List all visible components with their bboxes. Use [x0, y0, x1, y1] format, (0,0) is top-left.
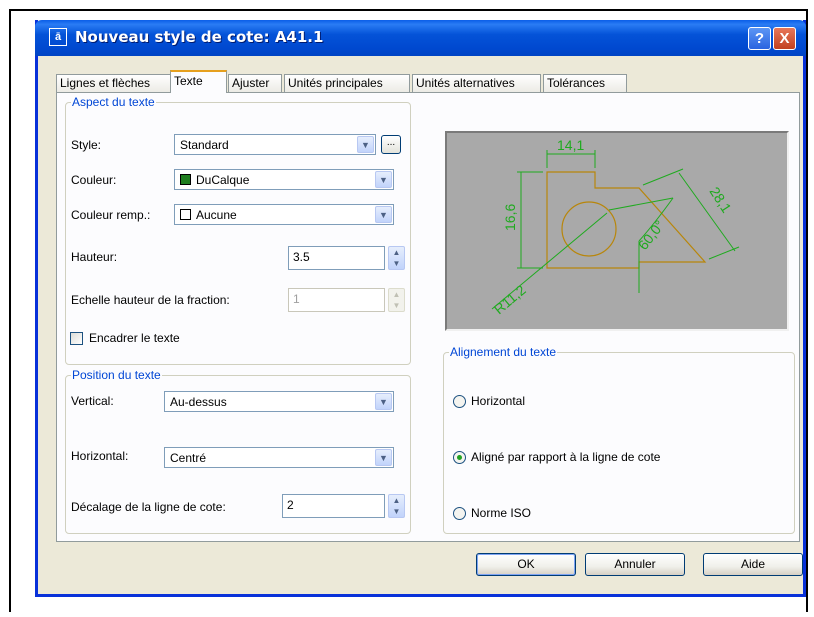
vertical-label: Vertical: — [71, 394, 114, 408]
chevron-down-icon[interactable]: ▼ — [375, 393, 392, 410]
ok-button[interactable]: OK — [476, 553, 576, 576]
position-legend: Position du texte — [72, 368, 161, 382]
geometry-group — [546, 171, 707, 269]
dimension-labels: 14,1 16,6 28,1 60,0° R11,2 — [491, 137, 735, 317]
color-swatch-icon — [180, 174, 191, 185]
style-label: Style: — [71, 138, 102, 152]
radio-aligne[interactable] — [453, 451, 466, 464]
couleur-label: Couleur: — [71, 173, 117, 187]
couleur-remp-select[interactable]: Aucune ▼ — [174, 204, 394, 225]
preview-drawing: 14,1 16,6 28,1 60,0° R11,2 — [491, 137, 740, 317]
dim-angle-label: 60,0° — [635, 217, 668, 253]
part-outline — [546, 171, 707, 269]
help-button[interactable]: ? — [748, 27, 771, 50]
chevron-down-icon[interactable]: ▼ — [375, 449, 392, 466]
app-icon: ā — [49, 28, 67, 46]
encadrer-label[interactable]: Encadrer le texte — [89, 331, 180, 345]
couleur-value: DuCalque — [196, 173, 250, 187]
vertical-select[interactable]: Au-dessus ▼ — [164, 391, 394, 412]
tab-unites-principales[interactable]: Unités principales — [284, 74, 410, 92]
radio-aligne-label[interactable]: Aligné par rapport à la ligne de cote — [471, 450, 660, 464]
echelle-input: 1 — [288, 288, 385, 312]
encadrer-checkbox[interactable] — [70, 332, 83, 345]
window-title: Nouveau style de cote: A41.1 — [75, 28, 324, 46]
tab-unites-alternatives[interactable]: Unités alternatives — [412, 74, 541, 92]
decalage-input[interactable]: 2 — [282, 494, 385, 518]
hauteur-spinner[interactable]: ▲ ▼ — [388, 246, 405, 270]
couleur-value-wrap: DuCalque — [180, 173, 249, 187]
dim-ext-line — [642, 168, 684, 186]
decalage-spinner[interactable]: ▲ ▼ — [388, 494, 405, 518]
couleur-remp-label: Couleur remp.: — [71, 208, 151, 222]
radio-norme-iso-label[interactable]: Norme ISO — [471, 506, 531, 520]
tab-ajuster[interactable]: Ajuster — [228, 74, 282, 92]
couleur-remp-value: Aucune — [196, 208, 237, 222]
radio-norme-iso[interactable] — [453, 507, 466, 520]
dim-ext-line — [608, 197, 674, 211]
radio-horizontal[interactable] — [453, 395, 466, 408]
horizontal-label: Horizontal: — [71, 449, 129, 463]
chevron-down-icon[interactable]: ▼ — [375, 206, 392, 223]
dim-radius-label: R11,2 — [491, 282, 529, 318]
decalage-label: Décalage de la ligne de cote: — [71, 500, 226, 514]
dim-left-label: 16,6 — [502, 204, 518, 231]
dim-top-label: 14,1 — [557, 137, 584, 153]
radio-selected-dot — [457, 455, 462, 460]
chevron-down-icon[interactable]: ▼ — [375, 171, 392, 188]
echelle-label: Echelle hauteur de la fraction: — [71, 293, 230, 307]
tab-panel-texte: Aspect du texte Style: Standard ▼ ... Co… — [56, 92, 800, 542]
dim-ext-line — [708, 246, 740, 260]
aspect-legend: Aspect du texte — [72, 95, 155, 109]
couleur-remp-value-wrap: Aucune — [180, 208, 237, 222]
title-bar[interactable]: ā Nouveau style de cote: A41.1 ? X — [35, 20, 806, 56]
hauteur-label: Hauteur: — [71, 250, 118, 264]
tab-texte[interactable]: Texte — [170, 70, 227, 93]
vertical-value: Au-dessus — [170, 395, 227, 409]
horizontal-value: Centré — [170, 451, 207, 465]
close-button[interactable]: X — [773, 27, 796, 50]
alignement-legend: Alignement du texte — [450, 345, 557, 359]
couleur-select[interactable]: DuCalque ▼ — [174, 169, 394, 190]
hole-circle — [561, 201, 617, 257]
chevron-down-icon[interactable]: ▼ — [357, 136, 374, 153]
style-value: Standard — [180, 138, 229, 152]
preview-pane: 14,1 16,6 28,1 60,0° R11,2 — [445, 131, 789, 331]
style-select[interactable]: Standard ▼ — [174, 134, 376, 155]
aide-button[interactable]: Aide — [703, 553, 803, 576]
echelle-spinner: ▲ ▼ — [388, 288, 405, 312]
horizontal-select[interactable]: Centré ▼ — [164, 447, 394, 468]
annuler-button[interactable]: Annuler — [585, 553, 685, 576]
radio-horizontal-label[interactable]: Horizontal — [471, 394, 525, 408]
hauteur-input[interactable]: 3.5 — [288, 246, 385, 270]
dim-right-label: 28,1 — [706, 184, 734, 216]
empty-swatch-icon — [180, 209, 191, 220]
style-browse-button[interactable]: ... — [381, 135, 401, 154]
close-icon: X — [779, 30, 790, 47]
dimension-style-dialog: ā Nouveau style de cote: A41.1 ? X Ligne… — [35, 20, 806, 597]
tab-tolerances[interactable]: Tolérances — [543, 74, 627, 92]
tab-lignes-fleches[interactable]: Lignes et flèches — [56, 74, 171, 92]
